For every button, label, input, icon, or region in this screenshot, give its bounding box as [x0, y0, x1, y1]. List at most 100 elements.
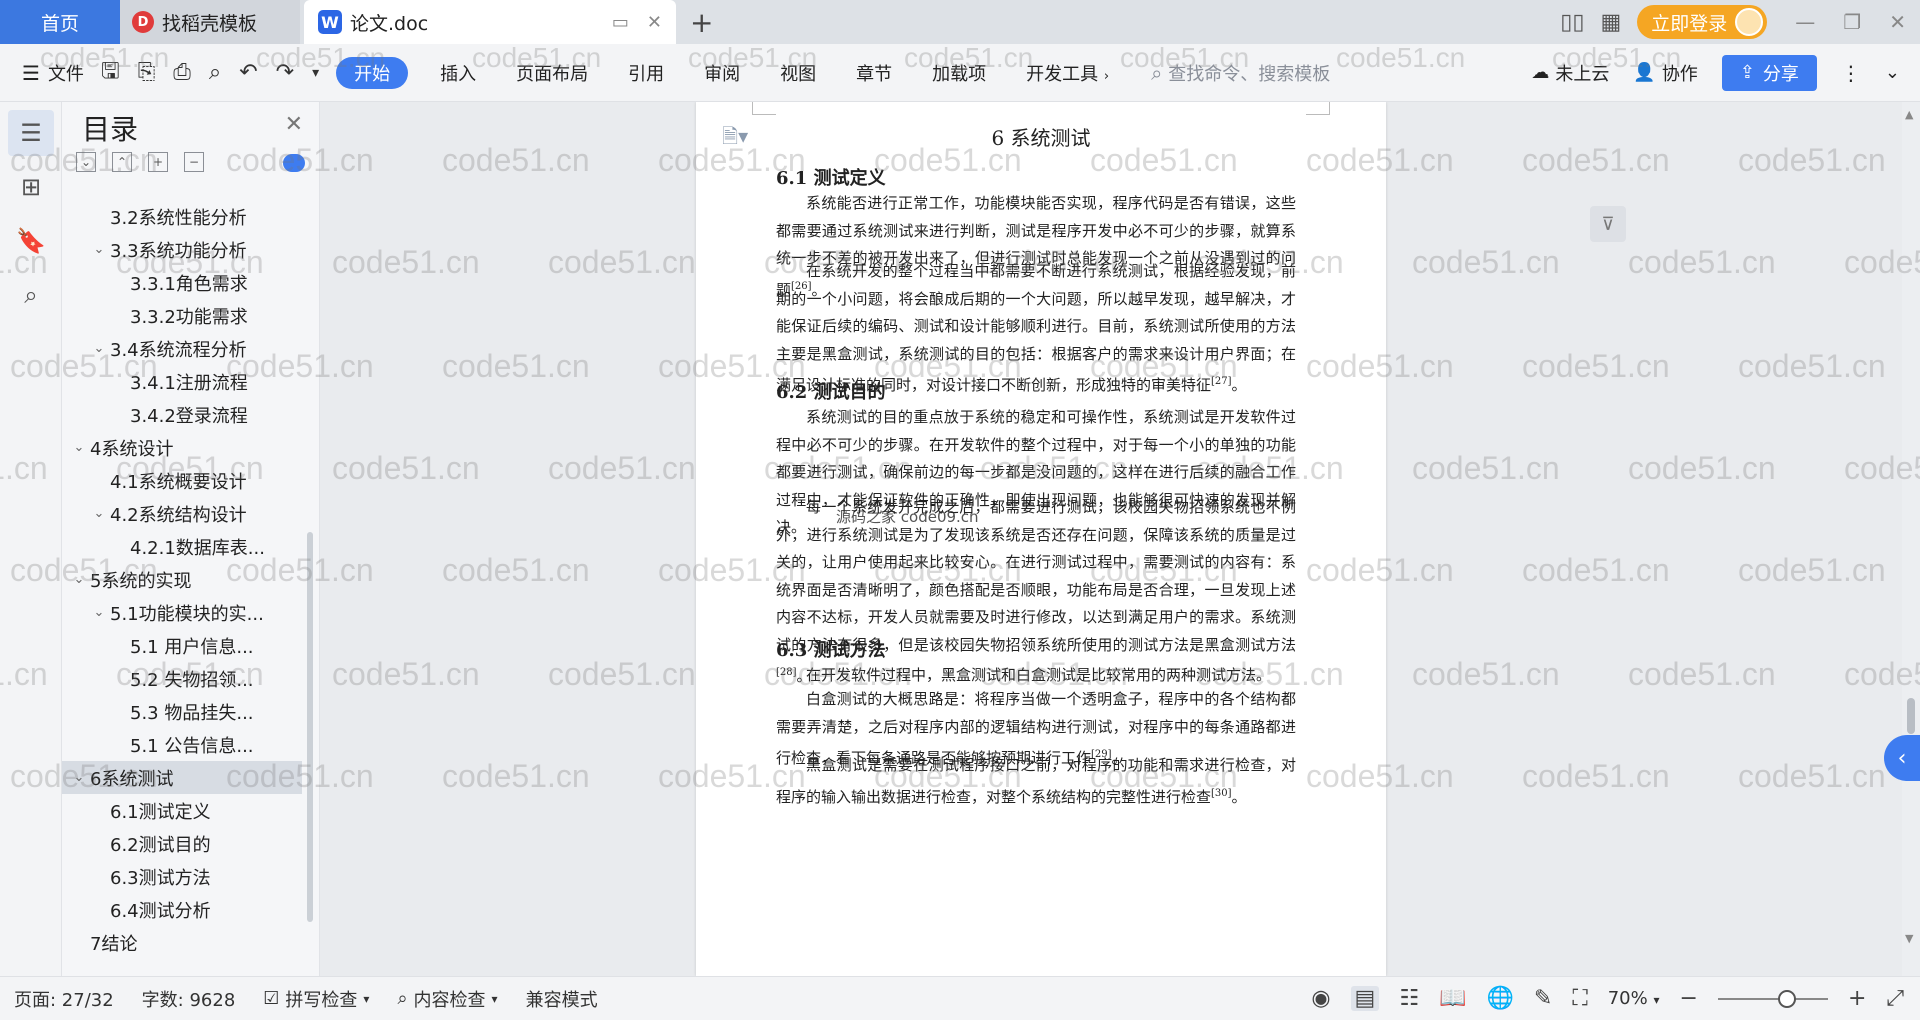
collapse-ribbon-icon[interactable]: ⌄: [1885, 62, 1900, 83]
tab-document[interactable]: W 论文.doc ▭ ✕: [304, 0, 676, 44]
chevron-down-icon[interactable]: ⌄: [88, 341, 110, 356]
chevron-down-icon[interactable]: ⌄: [68, 440, 90, 455]
word-count[interactable]: 字数: 9628: [128, 986, 250, 1012]
toc-item[interactable]: 6.1测试定义: [62, 794, 302, 827]
page-view-icon[interactable]: ▤: [1350, 986, 1380, 1011]
toc-item[interactable]: 4.1系统概要设计: [62, 464, 302, 497]
toc-item[interactable]: ⌄ 3.4系统流程分析: [62, 332, 302, 365]
undo-icon[interactable]: ↶: [230, 60, 266, 85]
file-menu[interactable]: ☰ 文件: [0, 44, 92, 102]
zoom-slider-knob[interactable]: [1777, 989, 1796, 1008]
toc-item[interactable]: 5.2 失物招领...: [62, 662, 302, 695]
toc-scrollbar[interactable]: [307, 532, 313, 922]
close-icon[interactable]: ✕: [285, 112, 303, 137]
toc-item[interactable]: ⌄ 5.1功能模块的实...: [62, 596, 302, 629]
filter-pane-icon[interactable]: ⊽: [1590, 206, 1626, 242]
chevron-down-icon[interactable]: ⌄: [88, 605, 110, 620]
toc-item[interactable]: 5.1 公告信息...: [62, 728, 302, 761]
toc-item[interactable]: 3.3.2功能需求: [62, 299, 302, 332]
toc-item[interactable]: 5.3 物品挂失...: [62, 695, 302, 728]
fit-page-icon[interactable]: ⛶: [1572, 986, 1587, 1011]
scroll-up-icon[interactable]: ▲: [1905, 108, 1913, 121]
toc-item[interactable]: 6.3测试方法: [62, 860, 302, 893]
fullscreen-icon[interactable]: ⤢: [1886, 986, 1904, 1011]
toc-item[interactable]: 3.4.1注册流程: [62, 365, 302, 398]
save-icon[interactable]: 🖫: [92, 54, 129, 92]
outline-view-icon[interactable]: ☷: [1399, 986, 1419, 1011]
document-page[interactable]: 🗎▾ 6 系统测试 源码之家 code09.cn 6.1 测试定义 系统能否进行正…: [696, 102, 1386, 976]
close-window-icon[interactable]: ✕: [1889, 10, 1906, 34]
content-check-button[interactable]: ⌕ 内容检查 ▾: [383, 986, 511, 1012]
toc-item[interactable]: 3.4.2登录流程: [62, 398, 302, 431]
cloud-sync-button[interactable]: ☁ 未上云: [1531, 60, 1609, 86]
restore-icon[interactable]: ❐: [1843, 10, 1861, 34]
redo-icon[interactable]: ↷: [267, 60, 303, 85]
toc-mode-toggle[interactable]: [283, 154, 305, 172]
new-tab-button[interactable]: +: [690, 6, 713, 39]
menu-start[interactable]: 开始: [336, 56, 409, 89]
scroll-down-icon[interactable]: ▼: [1905, 932, 1913, 945]
toc-item[interactable]: 4.2.1数据库表...: [62, 530, 302, 563]
menu-developer[interactable]: 开发工具 ›: [1006, 60, 1129, 86]
zoom-level[interactable]: 70% ▾: [1608, 988, 1660, 1009]
print-preview-icon[interactable]: ⌕: [200, 60, 230, 85]
menu-page-layout[interactable]: 页面布局: [496, 60, 608, 86]
collapse-all-icon[interactable]: ⌃: [112, 152, 132, 172]
navigation-pane-icon[interactable]: ⊞: [8, 164, 54, 210]
screen-icon[interactable]: ▭: [612, 12, 629, 33]
command-search-input[interactable]: ⌕ 查找命令、搜索模板: [1151, 60, 1330, 86]
eye-protect-icon[interactable]: ◉: [1311, 986, 1330, 1011]
quick-access-dropdown-icon[interactable]: ▾: [303, 65, 328, 81]
zoom-slider[interactable]: [1717, 989, 1828, 1008]
toc-item[interactable]: ⌄ 6系统测试: [62, 761, 302, 794]
menu-chapter[interactable]: 章节: [836, 60, 912, 86]
toc-item[interactable]: 6.4测试分析: [62, 893, 302, 926]
chevron-down-icon[interactable]: ⌄: [88, 242, 110, 257]
menu-addins[interactable]: 加载项: [912, 60, 1006, 86]
scroll-thumb[interactable]: [1907, 698, 1915, 734]
toc-item[interactable]: 5.1 用户信息...: [62, 629, 302, 662]
chevron-down-icon[interactable]: ⌄: [68, 770, 90, 785]
zoom-out-icon[interactable]: −: [1680, 986, 1698, 1011]
toc-item[interactable]: 6.2测试目的: [62, 827, 302, 860]
more-options-icon[interactable]: ⋮: [1841, 61, 1861, 85]
menu-view[interactable]: 视图: [760, 60, 836, 86]
toc-item[interactable]: 3.3.1角色需求: [62, 266, 302, 299]
chevron-down-icon[interactable]: ⌄: [88, 506, 110, 521]
toc-item[interactable]: 3.2系统性能分析: [62, 200, 302, 233]
toc-item[interactable]: ⌄ 3.3系统功能分析: [62, 233, 302, 266]
tab-template[interactable]: D 找稻壳模板: [120, 0, 300, 44]
share-button[interactable]: ⇪ 分享: [1721, 54, 1817, 91]
remove-heading-icon[interactable]: −: [184, 152, 204, 172]
add-heading-icon[interactable]: +: [148, 152, 168, 172]
tab-home[interactable]: 首页: [0, 0, 120, 44]
menu-insert[interactable]: 插入: [420, 60, 496, 86]
page-indicator[interactable]: 页面: 27/32: [0, 986, 128, 1012]
collaborate-button[interactable]: 👤 协作: [1633, 60, 1697, 86]
export-icon[interactable]: ⎘: [129, 60, 165, 85]
spell-check-button[interactable]: ☑ 拼写检查 ▾: [249, 986, 383, 1012]
layout-icon[interactable]: ▯▯: [1560, 10, 1584, 35]
toc-item[interactable]: ⌄ 4系统设计: [62, 431, 302, 464]
chevron-down-icon[interactable]: ⌄: [68, 572, 90, 587]
toc-item[interactable]: ⌄ 5系统的实现: [62, 563, 302, 596]
zoom-in-icon[interactable]: +: [1848, 986, 1866, 1011]
bookmark-icon[interactable]: 🔖: [8, 218, 54, 264]
toc-item[interactable]: 7结论: [62, 926, 302, 959]
vertical-scrollbar[interactable]: ▲ ▼: [1902, 102, 1920, 976]
find-icon[interactable]: ⌕: [8, 272, 54, 318]
menu-review[interactable]: 审阅: [684, 60, 760, 86]
toc-item[interactable]: ⌄ 4.2系统结构设计: [62, 497, 302, 530]
grid-apps-icon[interactable]: ▦: [1600, 10, 1621, 35]
close-tab-icon[interactable]: ✕: [647, 12, 662, 33]
login-button[interactable]: 立即登录: [1637, 5, 1768, 39]
write-mode-icon[interactable]: ✎: [1534, 986, 1552, 1011]
web-view-icon[interactable]: 🌐: [1486, 986, 1513, 1011]
print-icon[interactable]: ⎙: [164, 60, 200, 85]
menu-reference[interactable]: 引用: [608, 60, 684, 86]
read-view-icon[interactable]: 📖: [1439, 986, 1466, 1011]
expand-all-icon[interactable]: ⌄: [76, 152, 96, 172]
toc-panel-icon[interactable]: ☰: [8, 110, 54, 156]
toc-item-label: 5系统的实现: [90, 570, 192, 592]
minimize-icon[interactable]: —: [1795, 10, 1815, 34]
